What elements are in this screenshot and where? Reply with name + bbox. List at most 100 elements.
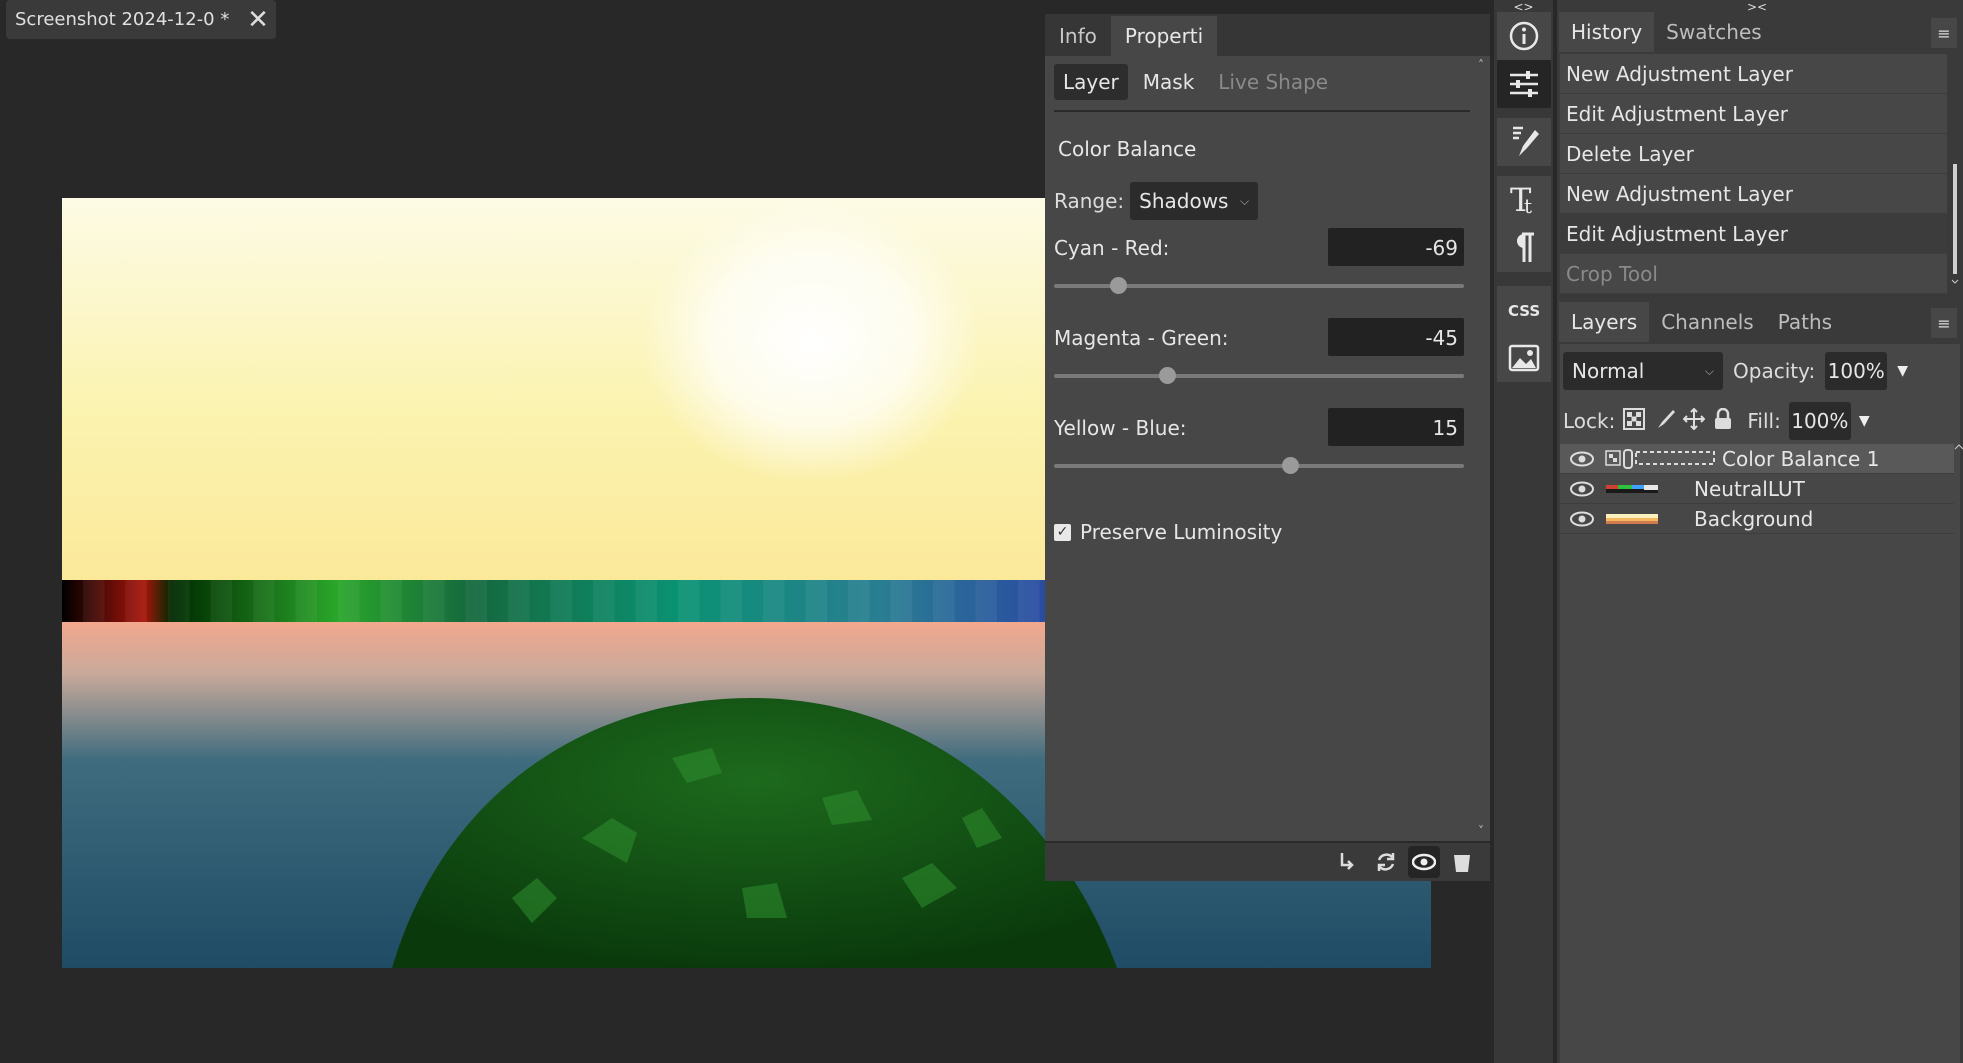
properties-footer <box>1045 841 1490 881</box>
toolbar-group-4: CSS <box>1497 286 1551 382</box>
layer-name: Color Balance 1 <box>1722 446 1880 471</box>
magenta-green-track[interactable] <box>1054 374 1464 378</box>
layer-row[interactable]: NeutralLUT <box>1560 474 1954 504</box>
layer-name: Background <box>1694 506 1814 531</box>
right-panels: >< History Swatches ≡ New Adjustment Lay… <box>1557 0 1963 1063</box>
magenta-green-thumb[interactable] <box>1158 367 1176 384</box>
opacity-dropdown-icon[interactable]: ▼ <box>1897 363 1908 379</box>
scroll-down-icon[interactable]: ˅ <box>1474 824 1488 838</box>
paragraph-icon[interactable] <box>1497 224 1551 272</box>
preserve-luminosity[interactable]: ✓ Preserve Luminosity <box>1054 520 1282 544</box>
layer-name: NeutralLUT <box>1694 476 1805 501</box>
range-control: Range: Shadows ⌵ <box>1054 182 1259 220</box>
properties-panel: Info Properti Layer Mask Live Shape Colo… <box>1045 14 1490 881</box>
tab-swatches[interactable]: Swatches <box>1654 12 1774 52</box>
cyan-red-input[interactable]: -69 <box>1328 228 1464 266</box>
layer-row[interactable]: Background <box>1560 504 1954 534</box>
history-item-undone[interactable]: Crop Tool <box>1560 254 1947 294</box>
yellow-blue-label: Yellow - Blue: <box>1054 416 1187 440</box>
history-menu-icon[interactable]: ≡ <box>1931 18 1957 48</box>
range-select[interactable]: Shadows ⌵ <box>1130 182 1259 220</box>
tab-properties[interactable]: Properti <box>1110 16 1218 56</box>
tab-layers[interactable]: Layers <box>1559 302 1650 342</box>
info-icon[interactable] <box>1497 12 1551 60</box>
adjustment-layer-icon <box>1605 448 1715 469</box>
eye-icon[interactable] <box>1560 481 1604 497</box>
properties-scrollbar[interactable]: ˄ ˅ <box>1474 58 1488 838</box>
preserve-luminosity-checkbox[interactable]: ✓ <box>1054 523 1071 541</box>
layers-menu-icon[interactable]: ≡ <box>1931 308 1957 338</box>
layer-thumbnail <box>1604 512 1694 526</box>
magenta-green-input[interactable]: -45 <box>1328 318 1464 356</box>
css-icon[interactable]: CSS <box>1497 286 1551 334</box>
range-label: Range: <box>1054 189 1125 213</box>
lock-controls: Lock: Fill: 100% ▼ <box>1563 402 1870 440</box>
range-value: Shadows <box>1139 189 1229 213</box>
yellow-blue-track[interactable] <box>1054 464 1464 468</box>
tab-info[interactable]: Info <box>1045 16 1111 56</box>
history-item[interactable]: Edit Adjustment Layer <box>1560 94 1947 134</box>
tab-channels[interactable]: Channels <box>1649 302 1766 342</box>
brush-settings-icon[interactable] <box>1497 118 1551 166</box>
eye-icon[interactable] <box>1560 451 1604 467</box>
adjustment-heading: Color Balance <box>1058 137 1197 161</box>
document-tab[interactable]: Screenshot 2024-12-0 * ✕ <box>6 0 276 39</box>
svg-text:t: t <box>1524 194 1532 217</box>
history-scrollbar[interactable] <box>1951 54 1959 284</box>
tab-paths[interactable]: Paths <box>1766 302 1844 342</box>
layer-thumbnail <box>1604 482 1694 496</box>
toolbar-group-2 <box>1497 118 1551 166</box>
layers-scrollbar[interactable] <box>1954 438 1963 458</box>
layers-body: Normal ⌵ Opacity: 100% ▼ Lock: Fill: 100… <box>1560 344 1963 1063</box>
cyan-red-label: Cyan - Red: <box>1054 236 1170 260</box>
lock-pixels-icon[interactable] <box>1653 408 1676 435</box>
lock-all-icon[interactable] <box>1713 407 1733 435</box>
side-toolbar: <> Tt CSS <box>1494 0 1553 1063</box>
opacity-input[interactable]: 100% <box>1825 352 1888 390</box>
subtab-layer[interactable]: Layer <box>1054 64 1128 100</box>
history-item-current[interactable]: Edit Adjustment Layer <box>1560 214 1947 254</box>
document-title: Screenshot 2024-12-0 * <box>15 9 230 30</box>
chevron-down-icon: ⌵ <box>1240 193 1250 208</box>
blend-mode-value: Normal <box>1572 359 1645 383</box>
toolbar-group-1 <box>1497 12 1551 108</box>
close-tab-button[interactable]: ✕ <box>240 5 276 35</box>
layer-thumbnail <box>1604 448 1722 469</box>
opacity-label: Opacity: <box>1733 359 1816 383</box>
layers-panel: Layers Channels Paths ≡ Normal ⌵ Opacity… <box>1557 294 1963 1063</box>
fill-input[interactable]: 100% <box>1788 402 1851 440</box>
cyan-red-thumb[interactable] <box>1109 277 1127 294</box>
scroll-up-icon[interactable]: ˄ <box>1474 58 1488 72</box>
magenta-green-label: Magenta - Green: <box>1054 326 1229 350</box>
clip-to-layer-icon[interactable] <box>1332 846 1364 878</box>
history-item[interactable]: New Adjustment Layer <box>1560 174 1947 214</box>
layers-list: Color Balance 1 NeutralLUT Background <box>1560 444 1954 534</box>
properties-tabs: Info Properti <box>1045 14 1490 56</box>
reset-icon[interactable] <box>1370 846 1402 878</box>
layer-row[interactable]: Color Balance 1 <box>1560 444 1954 474</box>
blend-mode-select[interactable]: Normal ⌵ <box>1563 352 1723 390</box>
tab-history[interactable]: History <box>1559 12 1655 52</box>
blend-controls: Normal ⌵ Opacity: 100% ▼ <box>1563 352 1908 390</box>
history-item[interactable]: New Adjustment Layer <box>1560 54 1947 94</box>
lock-position-icon[interactable] <box>1682 407 1706 435</box>
character-icon[interactable]: Tt <box>1497 176 1551 224</box>
properties-subtabs: Layer Mask Live Shape <box>1054 64 1470 112</box>
history-tabs: History Swatches ≡ <box>1557 4 1963 52</box>
subtab-mask[interactable]: Mask <box>1134 64 1204 100</box>
yellow-blue-input[interactable]: 15 <box>1328 408 1464 446</box>
adjustments-icon[interactable] <box>1497 60 1551 108</box>
image-icon[interactable] <box>1497 334 1551 382</box>
fill-dropdown-icon[interactable]: ▼ <box>1859 413 1870 429</box>
layers-tabs: Layers Channels Paths ≡ <box>1557 294 1963 342</box>
trash-icon[interactable] <box>1446 846 1478 878</box>
visibility-eye-icon[interactable] <box>1408 846 1440 878</box>
chevron-down-icon: ⌵ <box>1704 363 1714 378</box>
eye-icon[interactable] <box>1560 511 1604 527</box>
history-list: New Adjustment Layer Edit Adjustment Lay… <box>1560 54 1947 294</box>
preserve-luminosity-label: Preserve Luminosity <box>1080 520 1283 544</box>
lock-transparency-icon[interactable] <box>1623 407 1646 435</box>
subtab-live-shape[interactable]: Live Shape <box>1209 64 1337 100</box>
history-item[interactable]: Delete Layer <box>1560 134 1947 174</box>
yellow-blue-thumb[interactable] <box>1281 457 1299 474</box>
